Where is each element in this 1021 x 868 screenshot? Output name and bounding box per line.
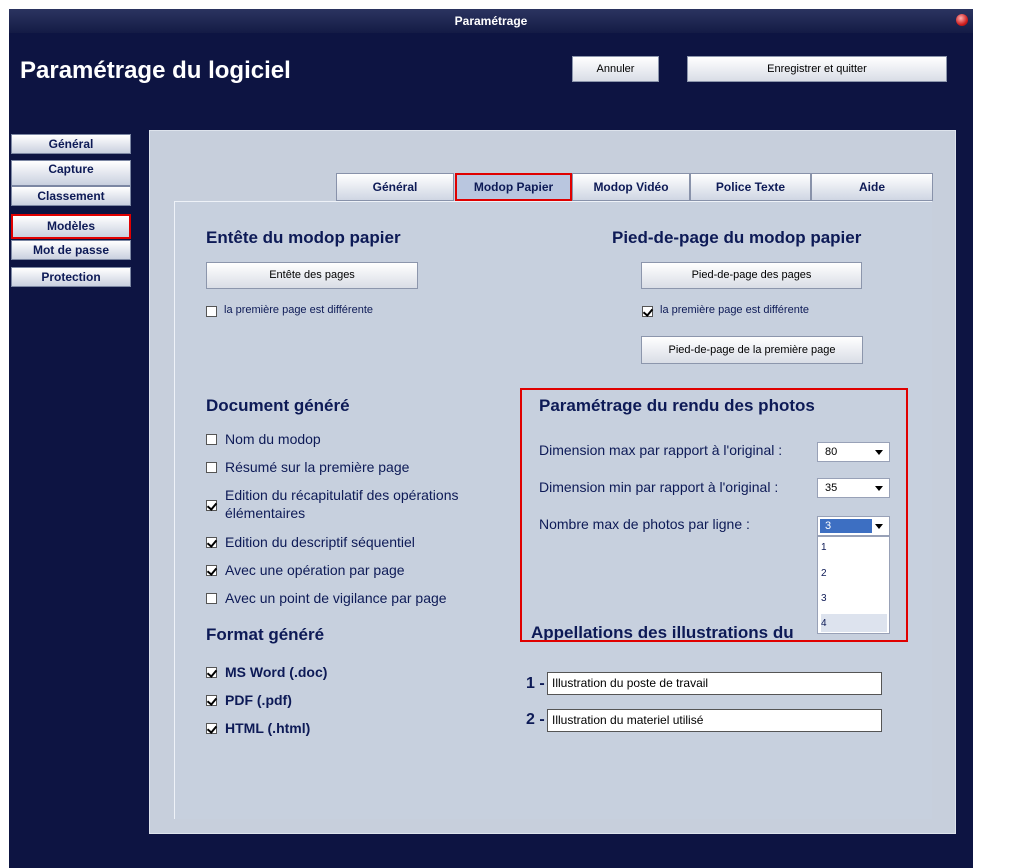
sidebar-item-modeles[interactable]: Modèles [11,214,131,239]
dropdown-option[interactable]: 3 [821,593,887,609]
entete-first-page-label: la première page est différente [224,304,373,316]
sidebar-item-protection[interactable]: Protection [11,267,131,287]
illustration-1-number: 1 - [526,675,545,692]
pied-heading: Pied-de-page du modop papier [612,228,862,247]
illustration-2-input[interactable]: Illustration du materiel utilisé [547,709,882,732]
format-pdf-label: PDF (.pdf) [225,692,292,708]
entete-heading: Entête du modop papier [206,228,401,247]
option-vigilance-label: Avec un point de vigilance par page [225,590,447,606]
photos-heading: Paramétrage du rendu des photos [539,396,815,415]
window-title: Paramétrage [454,14,528,28]
format-word-label: MS Word (.doc) [225,664,328,680]
option-recapitulatif-checkbox[interactable] [206,500,217,511]
chevron-down-icon [875,524,883,529]
pied-first-page-label: la première page est différente [660,304,809,316]
format-word-checkbox[interactable] [206,667,217,678]
tab-general[interactable]: Général [336,173,454,201]
dropdown-option[interactable]: 4 [821,614,887,632]
entete-first-page-checkbox[interactable] [206,306,217,317]
option-recapitulatif-label-line2: élémentaires [225,505,306,521]
max-dimension-label: Dimension max par rapport à l'original : [539,442,783,458]
cancel-button[interactable]: Annuler [572,56,659,82]
option-recapitulatif-label-line1: Edition du récapitulatif des opérations [225,487,459,503]
option-descriptif-checkbox[interactable] [206,537,217,548]
pied-pages-button[interactable]: Pied-de-page des pages [641,262,862,289]
option-operation-page-checkbox[interactable] [206,565,217,576]
document-heading: Document généré [206,396,350,415]
chevron-down-icon [875,486,883,491]
format-heading: Format généré [206,625,325,644]
min-dimension-select[interactable]: 35 [817,478,890,498]
photos-per-line-value: 3 [825,520,832,532]
dropdown-option[interactable]: 2 [821,568,887,584]
min-dimension-value: 35 [825,482,838,494]
photos-per-line-select[interactable]: 3 [817,516,890,536]
sidebar-item-mot-de-passe[interactable]: Mot de passe [11,240,131,260]
sidebar-item-capture-label: Capture [48,162,94,176]
pied-first-page-checkbox[interactable] [642,306,653,317]
entete-pages-button[interactable]: Entête des pages [206,262,418,289]
option-operation-page-label: Avec une opération par page [225,562,405,578]
photos-per-line-label: Nombre max de photos par ligne : [539,516,750,532]
tab-modop-video[interactable]: Modop Vidéo [572,173,690,201]
sidebar-item-classement[interactable]: Classement [11,186,131,206]
format-html-label: HTML (.html) [225,720,311,736]
option-nom-modop-label: Nom du modop [225,431,321,447]
tab-police-texte[interactable]: Police Texte [690,173,811,201]
illustration-1-input[interactable]: Illustration du poste de travail [547,672,882,695]
pied-first-page-button[interactable]: Pied-de-page de la première page [641,336,863,364]
close-icon[interactable] [956,14,968,26]
min-dimension-label: Dimension min par rapport à l'original : [539,479,779,495]
format-html-checkbox[interactable] [206,723,217,734]
illustration-2-number: 2 - [526,711,545,728]
max-dimension-value: 80 [825,446,838,458]
max-dimension-select[interactable]: 80 [817,442,890,462]
format-pdf-checkbox[interactable] [206,695,217,706]
save-and-quit-button[interactable]: Enregistrer et quitter [687,56,947,82]
tab-modop-papier[interactable]: Modop Papier [455,173,572,201]
tab-aide[interactable]: Aide [811,173,933,201]
option-vigilance-checkbox[interactable] [206,593,217,604]
option-nom-modop-checkbox[interactable] [206,434,217,445]
page-title: Paramétrage du logiciel [20,57,291,84]
option-resume-checkbox[interactable] [206,462,217,473]
option-resume-label: Résumé sur la première page [225,459,410,475]
chevron-down-icon [875,450,883,455]
photos-per-line-dropdown: 1 2 3 4 [817,536,890,634]
sidebar-item-general[interactable]: Général [11,134,131,154]
option-descriptif-label: Edition du descriptif séquentiel [225,534,415,550]
dropdown-option[interactable]: 1 [821,542,887,558]
title-bar: Paramétrage [9,9,973,33]
